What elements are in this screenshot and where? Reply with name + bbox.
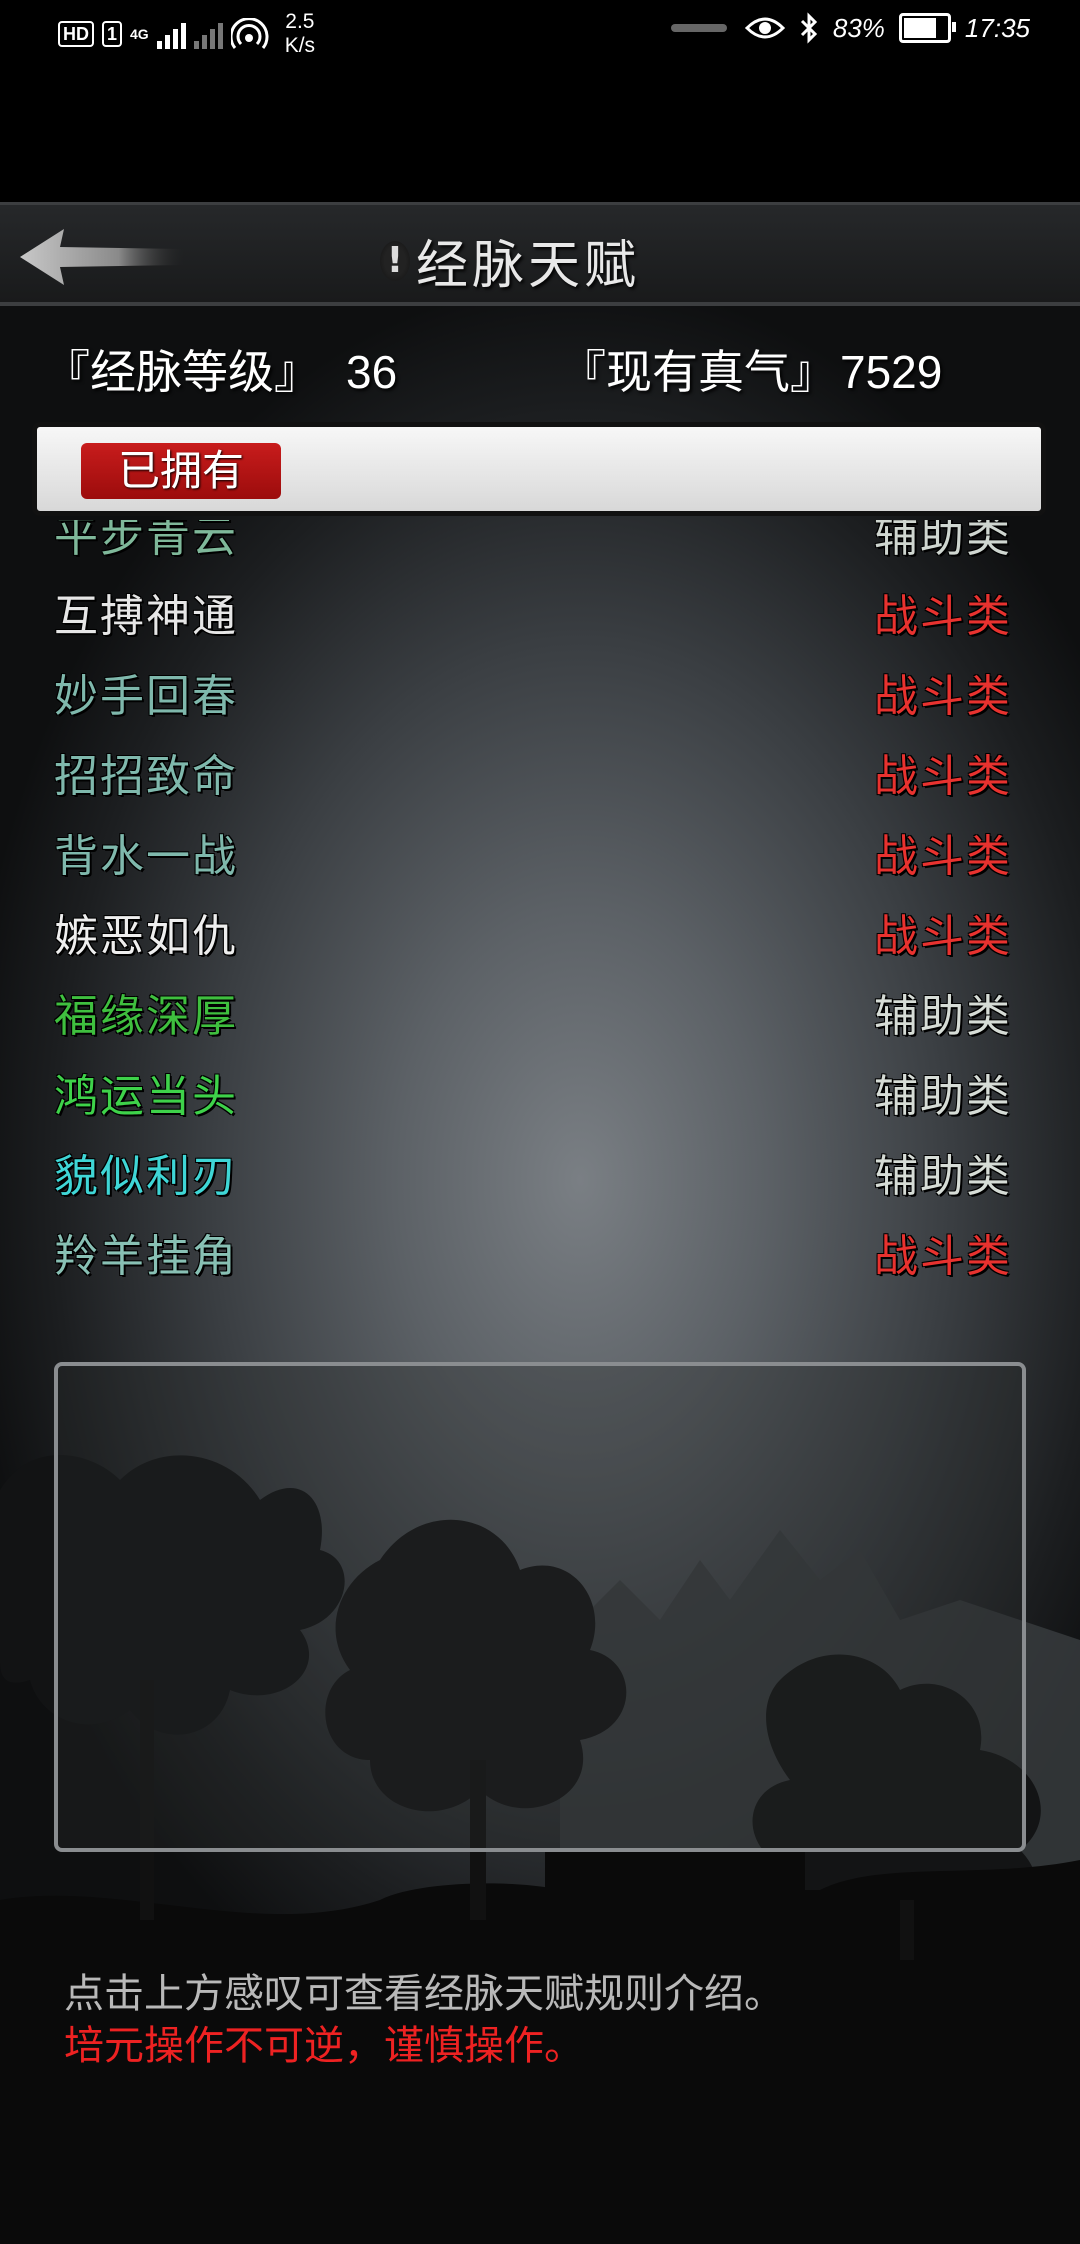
rules-info-button[interactable]: ! [380, 240, 410, 281]
talent-category: 辅助类 [874, 1151, 1012, 1202]
network-speed: 2.5 K/s [285, 10, 315, 58]
talent-category: 辅助类 [874, 520, 1012, 562]
tab-owned[interactable]: 已拥有 [81, 443, 281, 499]
talent-name: 招招致命 [54, 751, 238, 802]
talent-row[interactable]: 平步青云 辅助类 [38, 520, 1038, 572]
game-screen: HD 1 4G 2.5 K/s 83% 17:35 ! 经脉天赋 『经脉等级』 … [0, 0, 1080, 2244]
talent-name: 互搏神通 [54, 591, 238, 642]
status-right: 83% 17:35 [670, 12, 1030, 44]
clock: 17:35 [964, 12, 1030, 43]
hotspot-icon [230, 18, 269, 49]
top-black-band [0, 62, 1080, 202]
talent-row[interactable]: 背水一战 战斗类 [38, 812, 1038, 892]
tab-bar: 已拥有 [32, 422, 1046, 516]
talent-category: 战斗类 [874, 591, 1012, 642]
signal-empty-icon [193, 19, 223, 49]
talent-row[interactable]: 福缘深厚 辅助类 [38, 972, 1038, 1052]
talent-category: 战斗类 [874, 751, 1012, 802]
true-qi-label: 『现有真气』 [560, 346, 836, 398]
talent-name: 背水一战 [54, 831, 238, 882]
meridian-level-label: 『经脉等级』 [44, 346, 320, 398]
notification-pill [670, 24, 727, 32]
talent-category: 战斗类 [874, 831, 1012, 882]
talent-name: 羚羊挂角 [54, 1231, 238, 1282]
talent-category: 战斗类 [874, 671, 1012, 722]
true-qi: 『现有真气』7529 [560, 336, 942, 402]
talent-name: 貌似利刃 [54, 1151, 238, 1202]
footer-notes: 点击上方感叹可查看经脉天赋规则介绍。 培元操作不可逆，谨慎操作。 [64, 1968, 784, 2072]
talent-category: 战斗类 [874, 1231, 1012, 1282]
talent-name: 福缘深厚 [54, 991, 238, 1042]
title-group: ! 经脉天赋 [380, 223, 640, 298]
signal-icon [156, 19, 186, 49]
title-bar: ! 经脉天赋 [0, 202, 1080, 306]
talent-name: 平步青云 [54, 520, 238, 562]
true-qi-value: 7529 [840, 346, 943, 398]
talent-category: 辅助类 [874, 991, 1012, 1042]
talent-category: 辅助类 [874, 1071, 1012, 1122]
warning-note: 培元操作不可逆，谨慎操作。 [64, 2024, 584, 2068]
talent-row[interactable]: 嫉恶如仇 战斗类 [38, 892, 1038, 972]
speed-unit: K/s [284, 34, 316, 57]
talent-category: 战斗类 [874, 911, 1012, 962]
speed-value: 2.5 [285, 10, 315, 33]
talent-name: 鸿运当头 [54, 1071, 238, 1122]
network-type: 4G [130, 26, 149, 42]
talent-row[interactable]: 鸿运当头 辅助类 [38, 1052, 1038, 1132]
battery-percent: 83% [832, 12, 885, 43]
talent-list[interactable]: 平步青云 辅助类 互搏神通 战斗类 妙手回春 战斗类 招招致命 战斗类 背水一战 战斗类 嫉恶如仇战… [38, 520, 1038, 1310]
battery-fill [903, 18, 936, 38]
status-left: HD 1 4G 2.5 K/s [58, 10, 315, 58]
talent-row[interactable]: 羚羊挂角 战斗类 [38, 1212, 1038, 1292]
talent-name: 嫉恶如仇 [54, 911, 238, 962]
back-arrow-icon[interactable] [16, 225, 186, 289]
eye-icon [744, 17, 785, 39]
talent-row[interactable]: 互搏神通 战斗类 [38, 572, 1038, 652]
status-bar: HD 1 4G 2.5 K/s 83% 17:35 [0, 0, 1080, 62]
rules-hint: 点击上方感叹可查看经脉天赋规则介绍。 [64, 1972, 784, 2016]
battery-icon [898, 13, 956, 43]
meridian-level: 『经脉等级』 36 [44, 336, 397, 402]
sim-badge: 1 [102, 21, 123, 47]
talent-row[interactable]: 招招致命 战斗类 [38, 732, 1038, 812]
meridian-level-value: 36 [346, 346, 398, 398]
talent-description-panel [54, 1362, 1026, 1852]
hd-badge: HD [58, 21, 94, 47]
stats-row: 『经脉等级』 36 『现有真气』7529 [0, 336, 1080, 406]
talent-row[interactable]: 貌似利刃 辅助类 [38, 1132, 1038, 1212]
talent-row[interactable]: 妙手回春 战斗类 [38, 652, 1038, 732]
bluetooth-icon [800, 12, 817, 44]
talent-name: 妙手回春 [54, 671, 238, 722]
page-title: 经脉天赋 [416, 236, 641, 296]
